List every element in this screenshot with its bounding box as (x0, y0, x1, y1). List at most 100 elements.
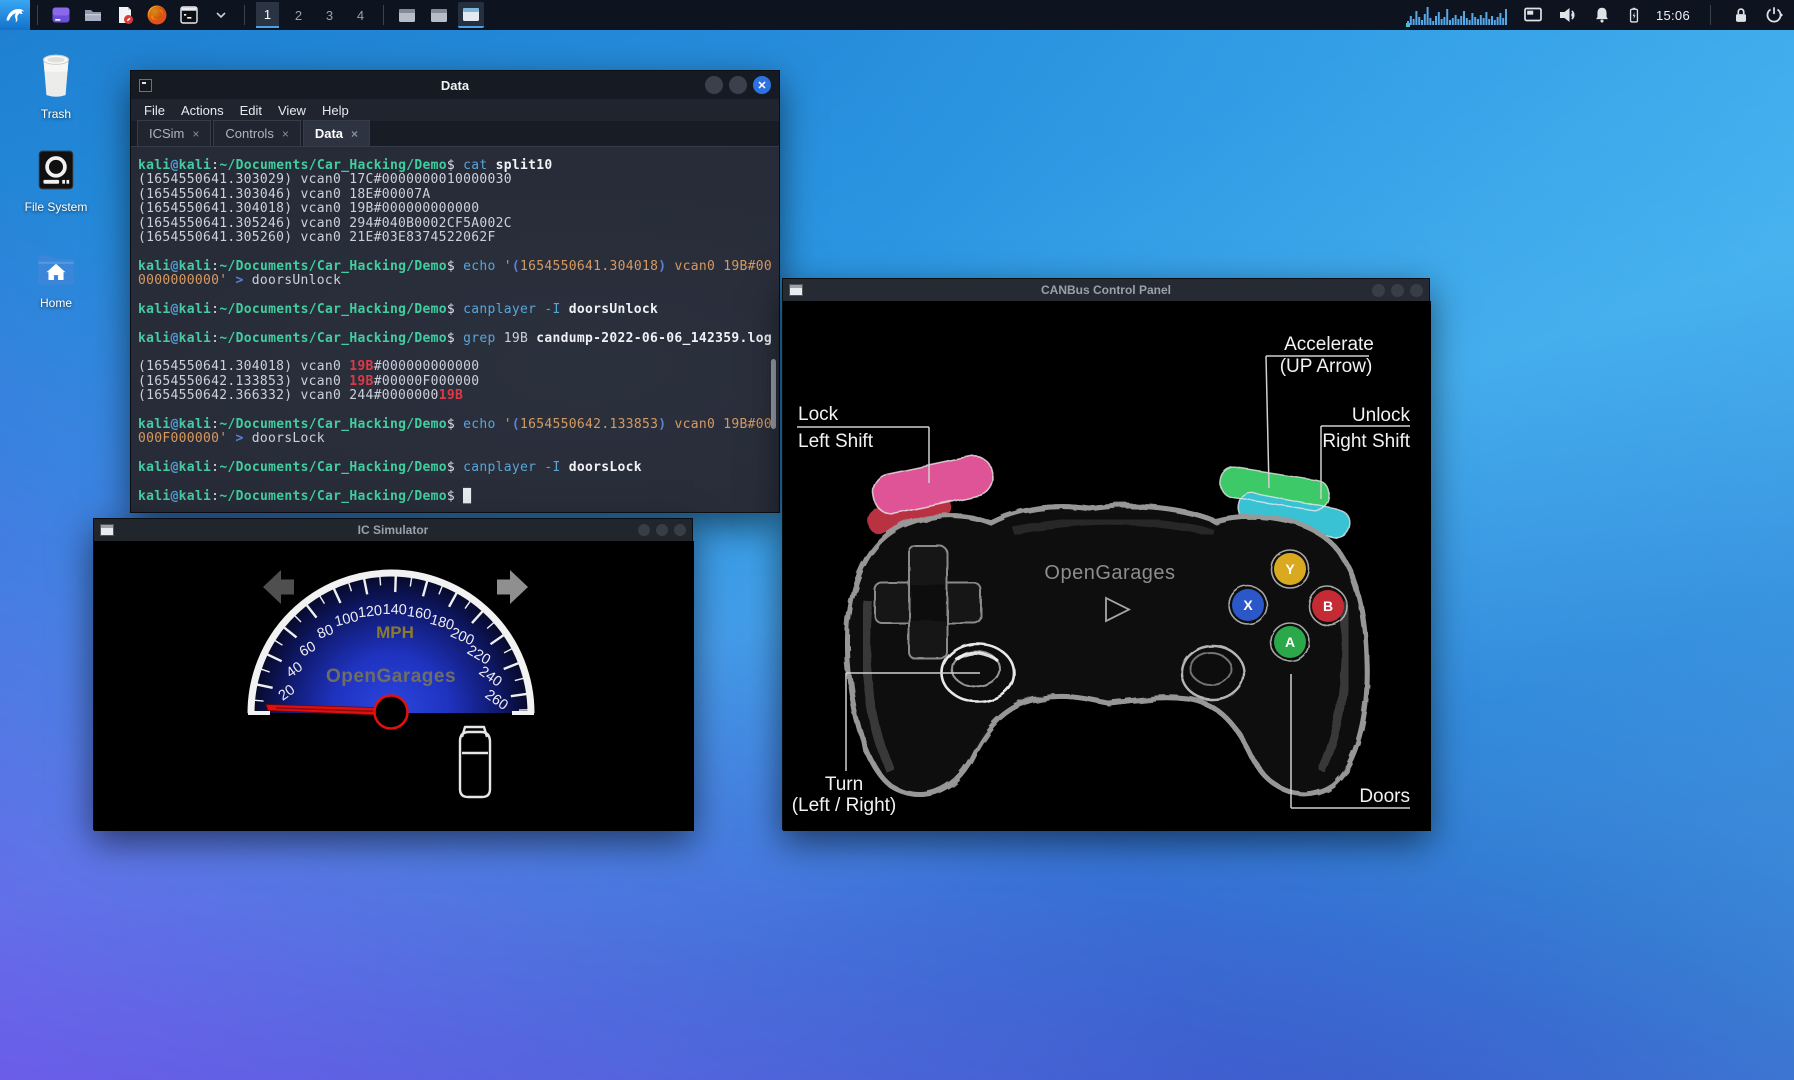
workspace-4[interactable]: 4 (349, 2, 372, 28)
icsim-titlebar: IC Simulator (94, 519, 692, 541)
panel-separator (1710, 5, 1711, 25)
maximize-button[interactable] (656, 524, 668, 536)
terminal-titlebar: Data ✕ (131, 71, 779, 99)
kali-logo-icon (4, 4, 26, 26)
menu-file[interactable]: File (144, 103, 165, 118)
trash-icon (34, 50, 78, 100)
minimize-button[interactable] (1372, 284, 1385, 297)
file-manager-launcher[interactable] (80, 2, 106, 28)
folder-icon (82, 4, 104, 26)
terminal-launcher[interactable] (176, 2, 202, 28)
close-button[interactable] (674, 524, 686, 536)
svg-text:120: 120 (357, 603, 383, 622)
tab-data[interactable]: Data × (303, 120, 370, 146)
maximize-button[interactable] (1391, 284, 1404, 297)
svg-text:A: A (1285, 634, 1295, 650)
desktop-icon-home[interactable]: Home (8, 247, 104, 310)
battery-icon[interactable] (1625, 4, 1643, 26)
door-icon (460, 727, 490, 797)
minimize-button[interactable] (705, 76, 723, 94)
terminal-output[interactable]: kali@kali:~/Documents/Car_Hacking/Demo$ … (131, 147, 779, 514)
terminal-scrollbar[interactable] (771, 359, 776, 429)
tab-close-icon[interactable]: × (282, 127, 289, 141)
panel-separator (37, 5, 38, 25)
window-title: CANBus Control Panel (783, 283, 1429, 297)
unlock-label: Unlock (1352, 405, 1411, 426)
tab-label: Controls (225, 126, 273, 141)
file-system-icon (33, 147, 79, 193)
right-turn-signal-icon (497, 570, 528, 604)
workspace-2[interactable]: 2 (287, 2, 310, 28)
lock-screen-icon[interactable] (1731, 5, 1751, 25)
lock-label: Lock (798, 404, 839, 425)
logout-power-icon[interactable] (1764, 5, 1784, 25)
desktop-icon-label: File System (8, 200, 104, 214)
svg-text:140: 140 (382, 602, 407, 618)
volume-icon[interactable] (1557, 4, 1579, 26)
workspace-1[interactable]: 1 (256, 2, 279, 28)
taskbar-window-button-3-active[interactable] (458, 2, 484, 28)
right-analog-stick (1182, 646, 1244, 700)
tab-icsim[interactable]: ICSim × (137, 120, 211, 146)
text-editor-launcher[interactable] (112, 2, 138, 28)
terminal-dropdown-chevron-icon[interactable] (208, 2, 234, 28)
tab-label: Data (315, 126, 343, 141)
desktop-icon-trash[interactable]: Trash (8, 50, 104, 121)
gauge-brand-label: OpenGarages (326, 666, 456, 687)
tab-close-icon[interactable]: × (192, 127, 199, 141)
menu-edit[interactable]: Edit (240, 103, 262, 118)
workspace-3[interactable]: 3 (318, 2, 341, 28)
svg-text:B: B (1323, 598, 1333, 614)
canbus-control-panel-window: CANBus Control Panel (782, 278, 1430, 830)
taskbar-window-button-2[interactable] (426, 2, 452, 28)
panel-left-group: 1 2 3 4 (0, 0, 487, 30)
panel-separator (244, 5, 245, 25)
ic-simulator-window: IC Simulator (93, 518, 693, 830)
desktop-icon-label: Home (8, 296, 104, 310)
firefox-icon (146, 4, 168, 26)
terminal-window-data: Data ✕ File Actions Edit View Help ICSim… (130, 70, 780, 513)
window-title: Data (131, 78, 779, 93)
purple-display-icon (50, 4, 72, 26)
accelerate-label: Accelerate (1284, 334, 1374, 355)
panel-right-group: 15:06 (1405, 0, 1794, 30)
home-folder-icon (33, 247, 79, 289)
clock[interactable]: 15:06 (1656, 8, 1690, 23)
canbus-canvas: Y X B A OpenGarages (783, 301, 1431, 831)
desktop-icon-label: Trash (8, 107, 104, 121)
doors-label: Doors (1359, 786, 1410, 807)
minimize-button[interactable] (638, 524, 650, 536)
gauge-unit-label: MPH (376, 623, 414, 642)
menu-actions[interactable]: Actions (181, 103, 224, 118)
terminal-tabbar: ICSim × Controls × Data × (131, 121, 779, 147)
tab-label: ICSim (149, 126, 184, 141)
applications-menu-button[interactable] (0, 0, 30, 30)
notifications-bell-icon[interactable] (1592, 5, 1612, 25)
menu-view[interactable]: View (278, 103, 306, 118)
window-title: IC Simulator (94, 523, 692, 537)
icsim-canvas: 20406080100120140160180200220240260 MPH … (94, 541, 694, 831)
tab-controls[interactable]: Controls × (213, 120, 300, 146)
lock-key-label: Left Shift (798, 431, 874, 452)
network-monitor-graph[interactable] (1405, 3, 1509, 27)
gauge-hub (375, 696, 408, 729)
menu-help[interactable]: Help (322, 103, 349, 118)
terminal-icon (178, 4, 200, 26)
turn-label: Turn (825, 774, 863, 795)
workspace-switcher-icon[interactable] (1522, 4, 1544, 26)
close-button[interactable]: ✕ (753, 76, 771, 94)
desktop-icon-file-system[interactable]: File System (8, 147, 104, 214)
tab-close-icon[interactable]: × (351, 127, 358, 141)
svg-text:Y: Y (1285, 561, 1295, 577)
unlock-key-label: Right Shift (1322, 431, 1410, 452)
firefox-launcher[interactable] (144, 2, 170, 28)
taskbar-window-button-1[interactable] (394, 2, 420, 28)
close-button[interactable] (1410, 284, 1423, 297)
turn-key-label: (Left / Right) (792, 795, 897, 816)
svg-text:X: X (1243, 597, 1253, 613)
maximize-button[interactable] (729, 76, 747, 94)
desktop: 1 2 3 4 (0, 0, 1794, 1080)
document-edit-icon (114, 4, 136, 26)
canbus-titlebar: CANBus Control Panel (783, 279, 1429, 301)
display-settings-launcher[interactable] (48, 2, 74, 28)
